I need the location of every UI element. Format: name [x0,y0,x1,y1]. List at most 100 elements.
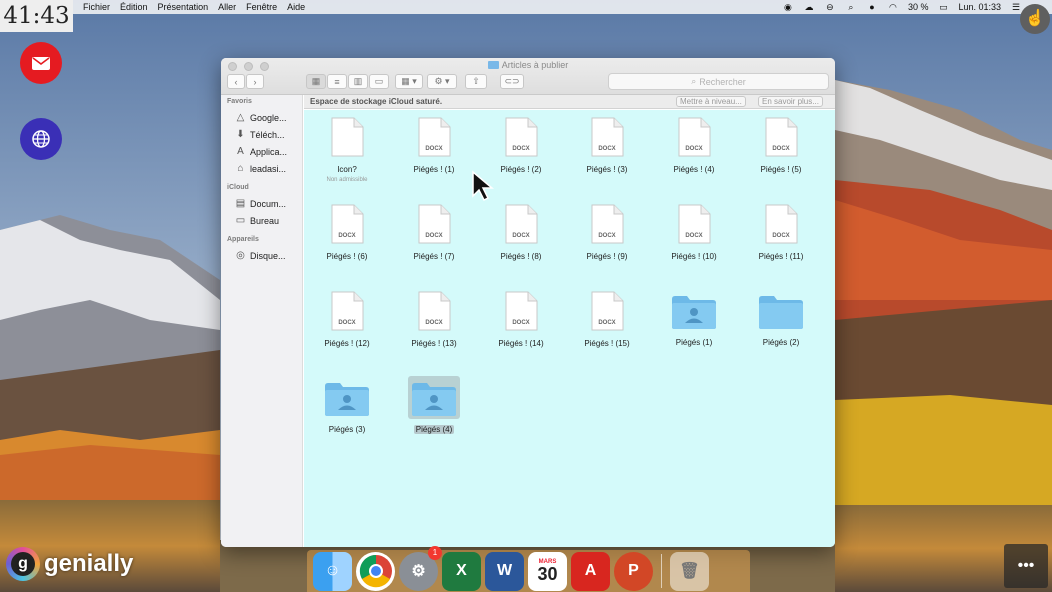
word-icon[interactable]: W [485,551,524,591]
cloud-icon[interactable]: ☁ [803,2,815,12]
menu-presentation[interactable]: Présentation [158,2,209,12]
file-item[interactable]: DOCX Piégés ! (5) [741,115,821,177]
search-placeholder: Rechercher [699,76,746,87]
back-button[interactable]: ‹ [227,74,245,89]
search-icon[interactable]: ⌕ [845,2,857,12]
more-options-icon[interactable]: ••• [1004,544,1048,588]
file-item[interactable]: DOCX Piégés ! (2) [481,115,561,177]
trash-icon[interactable]: 🗑 [670,551,709,591]
item-icon-wrapper: DOCX [495,115,547,159]
hand-pointer-icon[interactable]: ☝ [1020,4,1050,34]
group-button[interactable]: ▦ ▾ [395,74,423,89]
sidebar-item-documents[interactable]: ▤ Docum... [221,195,302,212]
system-preferences-icon[interactable]: ⚙ 1 [399,545,442,591]
powerpoint-icon[interactable]: P [614,551,653,591]
menu-fichier[interactable]: Fichier [83,2,110,12]
file-item[interactable]: DOCX Piégés ! (11) [741,202,821,264]
file-item[interactable]: DOCX Piégés ! (9) [567,202,647,264]
chrome-icon[interactable] [356,551,395,591]
item-name: Piégés ! (7) [413,252,455,261]
item-name: Piégés ! (11) [758,252,804,261]
list-view-button[interactable]: ≡ [327,74,347,89]
file-item[interactable]: DOCX Piégés ! (10) [654,202,734,264]
share-button[interactable]: ⇧ [465,74,487,89]
docx-file-icon: DOCX [417,204,451,244]
globe-button[interactable] [20,118,62,160]
file-item[interactable]: Icon? Non admissible [307,115,387,183]
sidebar-item-label: Téléch... [250,129,285,140]
item-name: Piégés ! (5) [760,165,802,174]
menu-edition[interactable]: Édition [120,2,148,12]
docx-file-icon: DOCX [764,117,798,157]
sidebar-item-disk[interactable]: ◎ Disque... [221,247,302,264]
sidebar-item-desktop[interactable]: ▭ Bureau [221,212,302,229]
tag-button[interactable]: ⊂⊃ [500,74,524,89]
docx-tag: DOCX [772,233,790,239]
file-item[interactable]: DOCX Piégés ! (15) [567,289,647,351]
folder-item[interactable]: Piégés (2) [741,289,821,350]
calendar-icon[interactable]: MARS 30 [528,551,567,591]
search-input[interactable]: ⌕ Rechercher [608,73,829,90]
item-icon-wrapper: DOCX [321,289,373,333]
file-item[interactable]: DOCX Piégés ! (6) [307,202,387,264]
item-icon-wrapper: DOCX [495,202,547,246]
menu-aide[interactable]: Aide [287,2,305,12]
acrobat-icon[interactable]: A [571,551,610,591]
storage-warning-bar: Espace de stockage iCloud saturé. Mettre… [304,95,835,109]
sidebar-item-applications[interactable]: A Applica... [221,143,302,160]
excel-icon[interactable]: X [442,551,481,591]
docx-file-icon: DOCX [504,291,538,331]
menu-icon[interactable]: ☰ [1010,2,1022,12]
item-name: Piégés (2) [762,338,800,347]
upgrade-button[interactable]: Mettre à niveau... [676,96,746,107]
item-name: Piégés ! (9) [586,252,628,261]
file-item[interactable]: DOCX Piégés ! (13) [394,289,474,351]
menu-aller[interactable]: Aller [218,2,236,12]
docx-tag: DOCX [512,233,530,239]
menu-fenetre[interactable]: Fenêtre [246,2,277,12]
gallery-view-button[interactable]: ▭ [369,74,389,89]
item-subtitle: Non admissible [326,177,368,183]
learn-more-button[interactable]: En savoir plus... [758,96,823,107]
app-icon[interactable]: ◉ [782,2,794,12]
file-item[interactable]: DOCX Piégés ! (14) [481,289,561,351]
file-item[interactable]: DOCX Piégés ! (1) [394,115,474,177]
wifi-icon[interactable]: ◠ [887,2,899,12]
home-icon: ⌂ [237,163,244,174]
sync-icon[interactable]: ⊖ [824,2,836,12]
forward-button[interactable]: › [246,74,264,89]
item-icon-wrapper: DOCX [755,115,807,159]
folder-item[interactable]: Piégés (3) [307,376,387,437]
item-icon-wrapper: DOCX [408,289,460,333]
docx-file-icon: DOCX [590,291,624,331]
docx-file-icon: DOCX [417,117,451,157]
file-item[interactable]: DOCX Piégés ! (3) [567,115,647,177]
sidebar-item-google-drive[interactable]: △ Google... [221,109,302,126]
sidebar-item-label: Applica... [250,146,288,157]
folder-item[interactable]: Piégés (1) [654,289,734,350]
sidebar-item-downloads[interactable]: ⬇ Téléch... [221,126,302,143]
sidebar-section-appareils: Appareils [227,236,259,243]
item-name: Piégés ! (1) [413,165,455,174]
action-gear-button[interactable]: ⚙ ▾ [427,74,457,89]
item-name: Piégés ! (12) [324,339,370,348]
file-item[interactable]: DOCX Piégés ! (12) [307,289,387,351]
user-icon[interactable]: ● [866,2,878,12]
file-item[interactable]: DOCX Piégés ! (4) [654,115,734,177]
docx-tag: DOCX [512,320,530,326]
shared-folder-icon [671,294,717,330]
item-icon-wrapper: DOCX [408,202,460,246]
file-item[interactable]: DOCX Piégés ! (8) [481,202,561,264]
icon-view-button[interactable]: ▦ [306,74,326,89]
finder-icon[interactable]: ☺ [313,551,352,591]
battery-icon[interactable]: ▭ [937,2,949,12]
item-name: Piégés ! (2) [500,165,542,174]
file-item[interactable]: DOCX Piégés ! (7) [394,202,474,264]
column-view-button[interactable]: ▥ [348,74,368,89]
mail-button[interactable] [20,42,62,84]
folder-item[interactable]: Piégés (4) [394,376,474,437]
item-name: Piégés ! (14) [498,339,544,348]
menubar-clock[interactable]: Lun. 01:33 [958,2,1001,12]
sidebar-item-home[interactable]: ⌂ leadasi... [221,160,302,177]
battery-percent[interactable]: 30 % [908,2,929,12]
